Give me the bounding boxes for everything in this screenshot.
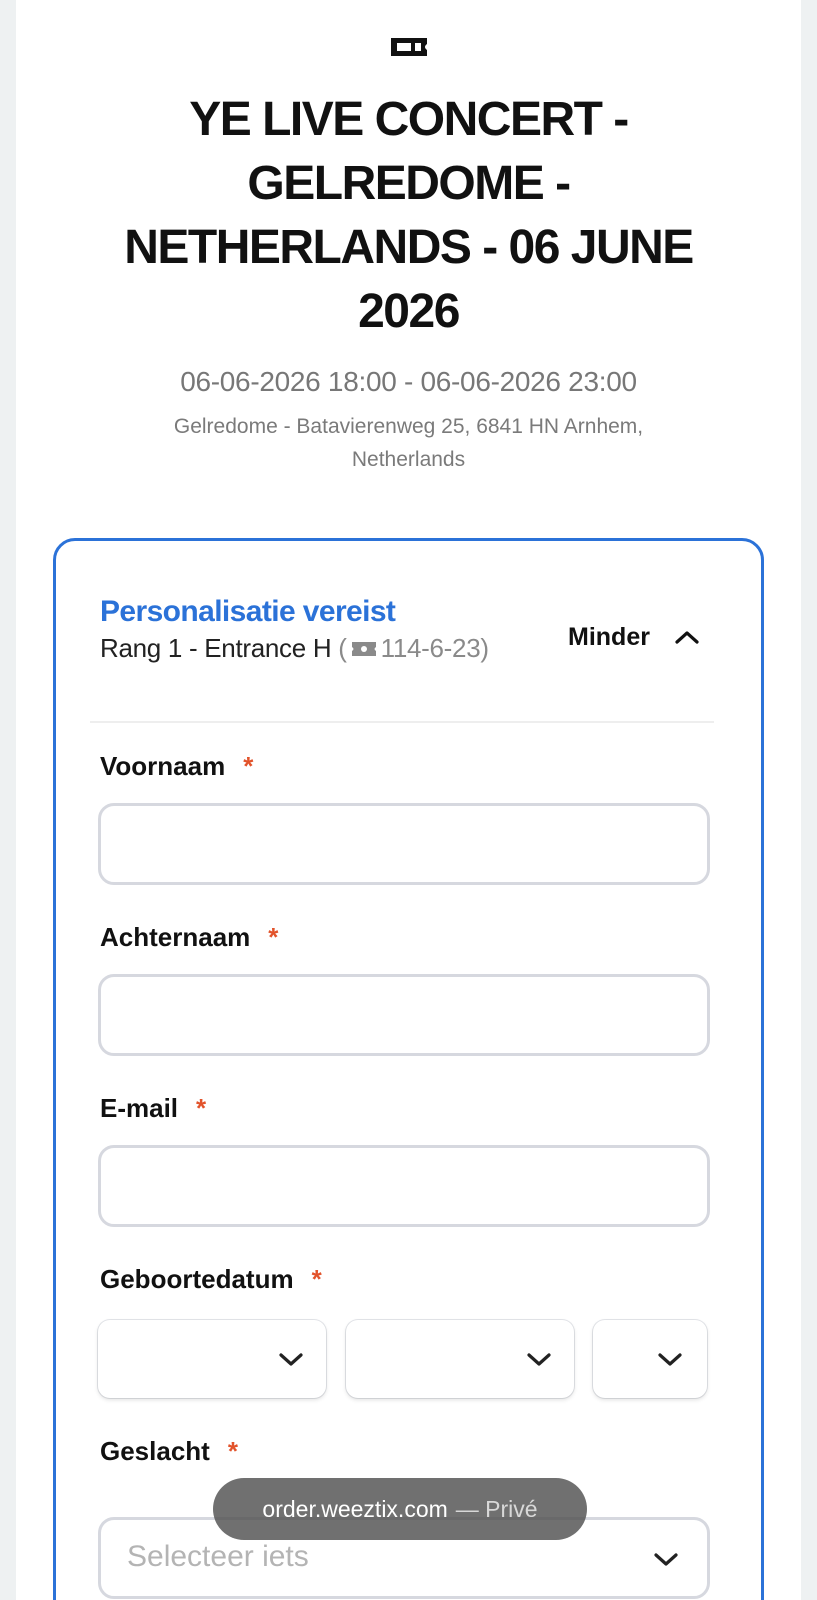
ticket-icon <box>391 38 427 56</box>
gender-label-text: Geslacht <box>100 1436 210 1466</box>
open-paren: ( <box>338 633 347 663</box>
chevron-down-icon <box>279 1353 303 1366</box>
close-paren: ) <box>480 633 489 663</box>
ticket-personalization-panel: Personalisatie vereist Rang 1 - Entrance… <box>53 538 764 1600</box>
required-mark: * <box>311 1264 322 1294</box>
seat-ticket-icon <box>351 642 376 656</box>
browser-url-pill[interactable]: order.weeztix.com — Privé <box>213 1478 587 1540</box>
last-name-label-text: Achternaam <box>100 922 251 952</box>
chevron-up-icon <box>675 631 699 644</box>
private-mode-label: — Privé <box>455 1495 538 1522</box>
ticket-section: Rang 1 - Entrance H ( 114-6-23) <box>100 633 489 664</box>
event-title: YE LIVE CONCERT - GELREDOME - NETHERLAND… <box>124 93 694 338</box>
email-input[interactable] <box>98 1145 710 1227</box>
url-domain: order.weeztix.com <box>262 1495 448 1522</box>
gender-placeholder: Selecteer iets <box>127 1540 309 1573</box>
email-label: E-mail * <box>100 1093 206 1124</box>
chevron-down-icon <box>658 1353 682 1366</box>
ticket-section-name: Rang 1 - Entrance H <box>100 633 332 663</box>
required-mark: * <box>196 1093 207 1123</box>
collapse-toggle-button[interactable]: Minder <box>568 617 728 657</box>
panel-divider <box>90 721 714 723</box>
required-mark: * <box>268 922 279 952</box>
birth-day-select[interactable] <box>98 1320 326 1398</box>
birthdate-label: Geboortedatum * <box>100 1264 322 1295</box>
ticket-seat: 114-6-23 <box>380 633 481 663</box>
personalization-heading: Personalisatie vereist <box>100 595 396 628</box>
gender-label: Geslacht * <box>100 1436 238 1467</box>
required-mark: * <box>243 751 254 781</box>
event-datetime: 06-06-2026 18:00 - 06-06-2026 23:00 <box>180 366 637 397</box>
chevron-down-icon <box>527 1353 551 1366</box>
first-name-input[interactable] <box>98 803 710 885</box>
collapse-toggle-label: Minder <box>568 622 650 651</box>
last-name-label: Achternaam * <box>100 922 278 953</box>
event-venue: Gelredome - Batavierenweg 25, 6841 HN Ar… <box>173 415 644 471</box>
birth-month-select[interactable] <box>346 1320 574 1398</box>
birth-year-select[interactable] <box>593 1320 707 1398</box>
last-name-input[interactable] <box>98 974 710 1056</box>
birthdate-label-text: Geboortedatum <box>100 1264 294 1294</box>
required-mark: * <box>227 1436 238 1466</box>
chevron-down-icon <box>654 1553 678 1566</box>
first-name-label: Voornaam * <box>100 751 253 782</box>
first-name-label-text: Voornaam <box>100 751 226 781</box>
email-label-text: E-mail <box>100 1093 179 1123</box>
